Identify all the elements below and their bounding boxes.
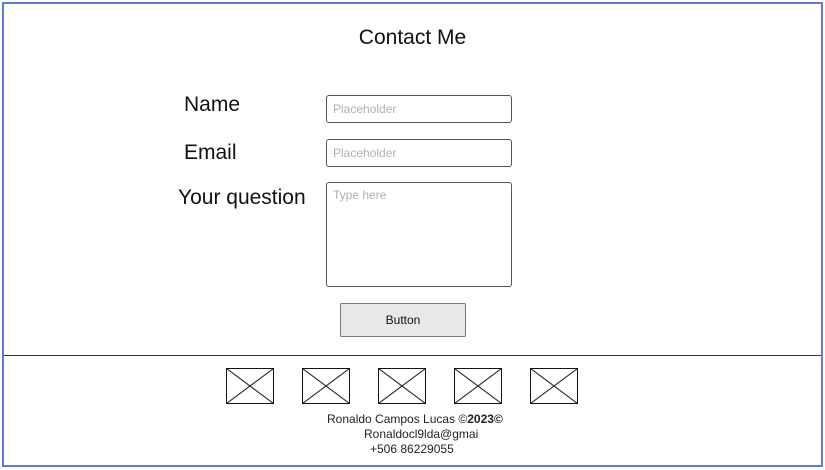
image-placeholder-icon [302, 368, 350, 404]
name-label: Name [184, 93, 241, 116]
question-label: Your question [178, 186, 306, 209]
footer-email: Ronaldocl9lda@gmai [364, 427, 479, 441]
social-icon-2[interactable] [302, 368, 350, 404]
copyright-year: 2023© [467, 412, 503, 426]
copyright-name: Ronaldo Campos Lucas © [327, 412, 468, 426]
image-placeholder-icon [530, 368, 578, 404]
page-title: Contact Me [358, 26, 467, 49]
social-icon-5[interactable] [530, 368, 578, 404]
social-icon-4[interactable] [454, 368, 502, 404]
email-label: Email [184, 141, 237, 164]
page-frame: Contact Me Name Email Your question Butt… [2, 2, 823, 467]
footer-copyright: Ronaldo Campos Lucas ©2023© [327, 412, 503, 426]
email-input[interactable] [326, 139, 512, 167]
image-placeholder-icon [454, 368, 502, 404]
footer-divider [4, 355, 821, 356]
image-placeholder-icon [378, 368, 426, 404]
submit-button[interactable]: Button [340, 303, 466, 337]
image-placeholder-icon [226, 368, 274, 404]
social-icon-1[interactable] [226, 368, 274, 404]
social-icon-3[interactable] [378, 368, 426, 404]
footer-phone: +506 86229055 [370, 442, 454, 456]
name-input[interactable] [326, 95, 512, 123]
question-textarea[interactable] [326, 182, 512, 287]
